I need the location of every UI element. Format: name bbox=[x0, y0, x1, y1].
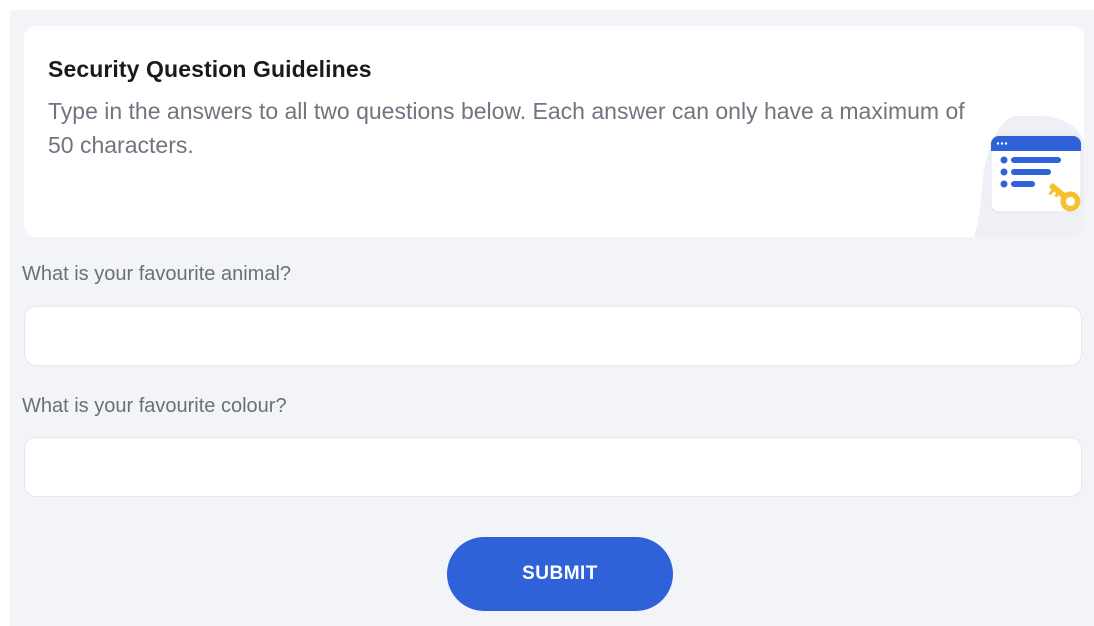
favourite-colour-input[interactable] bbox=[24, 437, 1082, 497]
question-label-animal: What is your favourite animal? bbox=[22, 263, 292, 285]
form-with-key-icon bbox=[974, 116, 1084, 237]
guidelines-description: Type in the answers to all two questions… bbox=[48, 98, 965, 158]
question-label-colour: What is your favourite colour? bbox=[22, 395, 287, 417]
guidelines-card: Security Question Guidelines Type in the… bbox=[24, 26, 1084, 237]
security-question-panel: Security Question Guidelines Type in the… bbox=[10, 10, 1094, 626]
favourite-animal-input[interactable] bbox=[24, 306, 1082, 366]
submit-button[interactable]: SUBMIT bbox=[447, 537, 673, 611]
guidelines-title: Security Question Guidelines bbox=[48, 56, 372, 82]
